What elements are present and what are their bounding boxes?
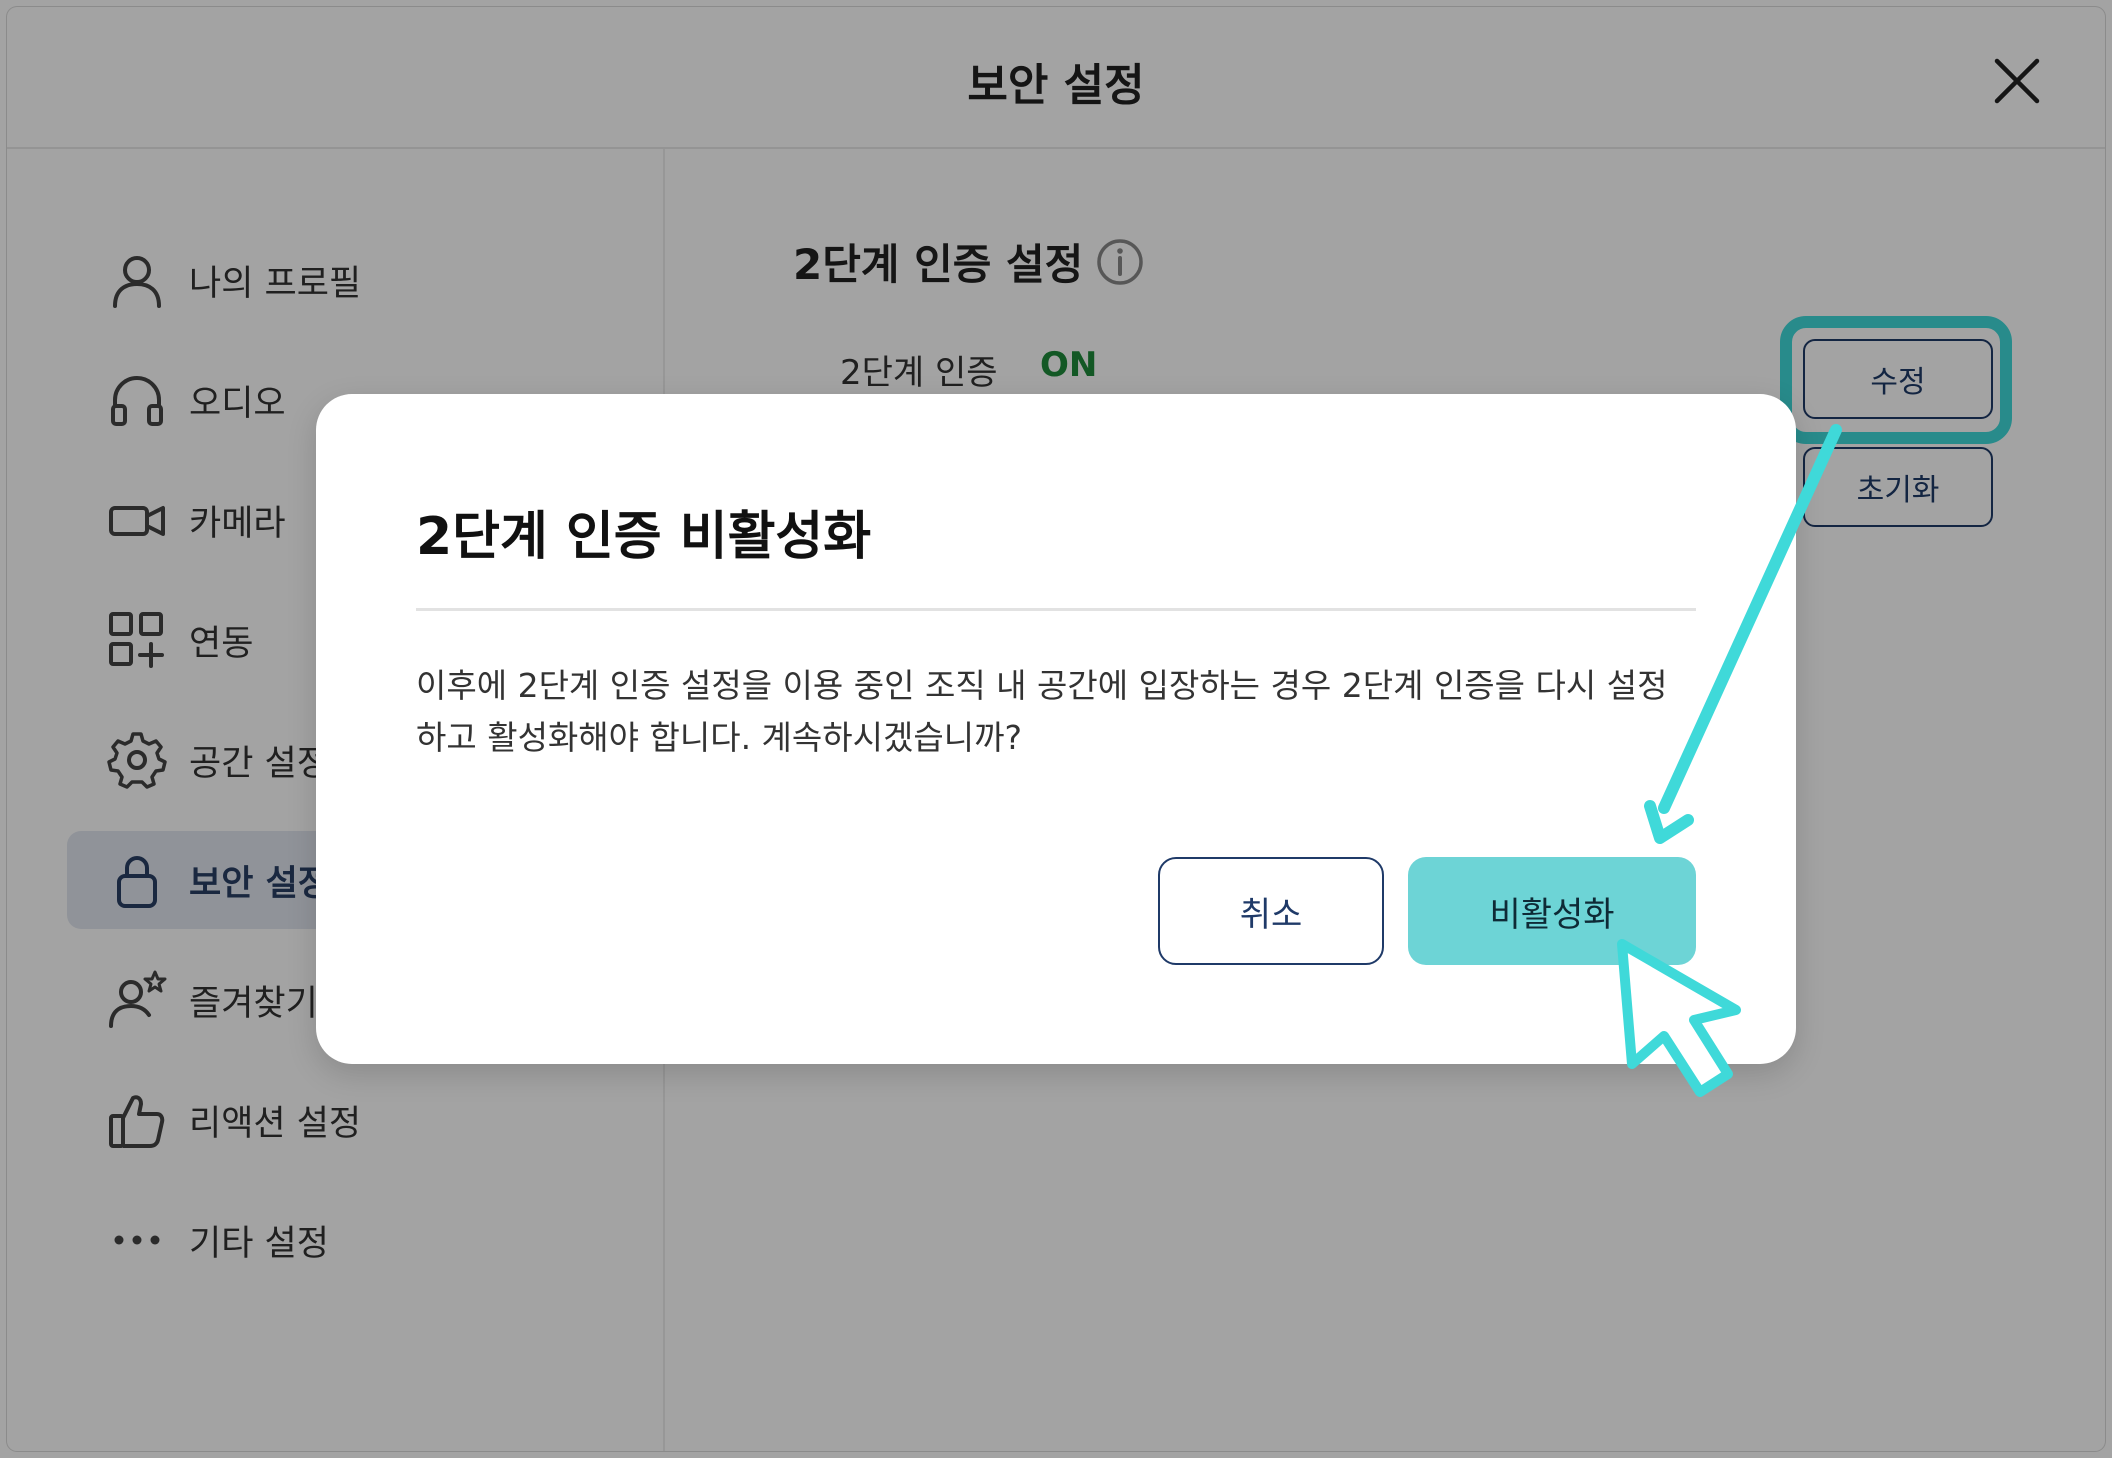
dialog-message: 이후에 2단계 인증 설정을 이용 중인 조직 내 공간에 입장하는 경우 2단… <box>416 666 1668 757</box>
dialog-divider <box>416 608 1696 611</box>
deactivate-dialog: 2단계 인증 비활성화 이후에 2단계 인증 설정을 이용 중인 조직 내 공간… <box>316 394 1796 1064</box>
deactivate-button[interactable]: 비활성화 <box>1408 857 1696 965</box>
cancel-button[interactable]: 취소 <box>1158 857 1384 965</box>
dialog-title: 2단계 인증 비활성화 <box>416 507 872 567</box>
